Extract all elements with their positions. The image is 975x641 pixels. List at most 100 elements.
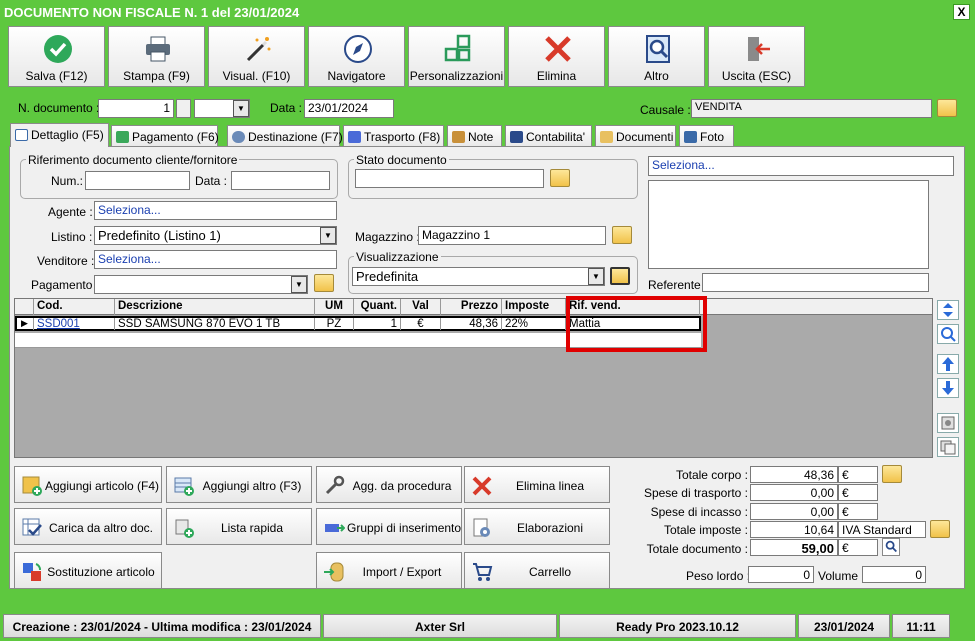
referente-input[interactable] <box>702 273 929 292</box>
move-up-icon[interactable] <box>937 354 959 374</box>
peso-value[interactable]: 0 <box>748 566 814 583</box>
totale-documento-value: 59,00 <box>750 539 838 556</box>
ref-date-input[interactable] <box>231 171 330 190</box>
settings-icon[interactable] <box>937 413 959 433</box>
tab-contabilita[interactable]: Contabilita' <box>505 125 592 147</box>
customize-button[interactable]: Personalizzazioni <box>408 26 505 87</box>
venditore-label: Venditore : <box>37 254 95 268</box>
print-button[interactable]: Stampa (F9) <box>108 26 205 87</box>
pagamento-select[interactable] <box>94 275 308 294</box>
quick-list-button[interactable]: Lista rapida <box>166 508 312 545</box>
state-group-title: Stato documento <box>354 153 449 167</box>
tab-note[interactable]: Note <box>447 125 502 147</box>
totale-corpo-value: 48,36 <box>750 466 838 483</box>
totale-imposte-folder-icon[interactable] <box>930 520 950 538</box>
grid-header-val[interactable]: Val <box>401 299 441 315</box>
window-title: DOCUMENTO NON FISCALE N. 1 del 23/01/202… <box>0 0 975 24</box>
delete-line-button[interactable]: Elimina linea <box>464 466 610 503</box>
volume-value[interactable]: 0 <box>862 566 926 583</box>
view-folder-icon[interactable] <box>610 267 630 285</box>
referente-label: Referente <box>648 278 701 292</box>
move-both-icon[interactable] <box>937 300 959 320</box>
zoom-total-icon[interactable] <box>882 538 900 556</box>
import-export-button[interactable]: Import / Export <box>316 552 462 589</box>
tab-destinazione[interactable]: Destinazione (F7) <box>227 125 343 147</box>
row-quant[interactable]: 1 <box>354 318 401 330</box>
doc-number-input[interactable]: 1 <box>98 99 174 118</box>
add-article-button[interactable]: Aggiungi articolo (F4) <box>14 466 162 503</box>
search-doc-icon <box>646 35 670 63</box>
reference-group-title: Riferimento documento cliente/fornitore <box>26 153 240 167</box>
client-address-box <box>648 180 929 269</box>
load-doc-icon <box>22 518 42 536</box>
grid-header-quant[interactable]: Quant. <box>354 299 401 315</box>
ledger-icon <box>510 131 523 143</box>
grid-header-descrizione[interactable]: Descrizione <box>115 299 315 315</box>
client-select[interactable]: Seleziona... <box>648 156 954 176</box>
date-input[interactable]: 23/01/2024 <box>304 99 394 118</box>
load-doc-button[interactable]: Carica da altro doc. <box>14 508 162 545</box>
grid-header-prezzo[interactable]: Prezzo <box>441 299 502 315</box>
magazzino-input[interactable]: Magazzino 1 <box>418 226 606 245</box>
copy-icon[interactable] <box>937 437 959 457</box>
tab-dettaglio[interactable]: Dettaglio (F5) <box>10 123 109 147</box>
wrench-icon <box>325 475 345 495</box>
zoom-icon[interactable] <box>937 324 959 344</box>
causale-input[interactable]: VENDITA <box>691 99 932 118</box>
add-other-label: Aggiungi altro (F3) <box>202 479 302 493</box>
navigator-button[interactable]: Navigatore <box>308 26 405 87</box>
add-procedure-button[interactable]: Agg. da procedura <box>316 466 462 503</box>
spese-incasso-label: Spese di incasso : <box>650 505 748 519</box>
row-descrizione[interactable]: SSD SAMSUNG 870 EVO 1 TB <box>115 318 315 330</box>
row-cod[interactable]: SSD001 <box>34 318 115 330</box>
view-dropdown-icon[interactable]: ▼ <box>588 268 604 285</box>
doc-number-suffix[interactable] <box>176 99 191 118</box>
spese-trasporto-value[interactable]: 0,00 <box>750 484 838 501</box>
row-imposte[interactable]: 22% <box>502 318 566 330</box>
view-select[interactable]: Predefinita <box>352 267 605 286</box>
tab-foto[interactable]: Foto <box>679 125 734 147</box>
close-button[interactable]: X <box>953 4 970 20</box>
row-um[interactable]: PZ <box>315 318 354 330</box>
money-icon <box>116 131 129 143</box>
doc-series-dropdown-icon[interactable]: ▼ <box>233 100 249 117</box>
grid-header-um[interactable]: UM <box>315 299 354 315</box>
tab-note-label: Note <box>468 130 494 144</box>
processing-button[interactable]: Elaborazioni <box>464 508 610 545</box>
ref-num-label: Num.: <box>51 174 84 188</box>
tab-trasporto[interactable]: Trasporto (F8) <box>343 125 444 147</box>
pagamento-folder-icon[interactable] <box>314 274 334 292</box>
magazzino-folder-icon[interactable] <box>612 226 632 244</box>
add-other-button[interactable]: Aggiungi altro (F3) <box>166 466 312 503</box>
move-down-icon[interactable] <box>937 378 959 398</box>
save-button[interactable]: Salva (F12) <box>8 26 105 87</box>
tab-trasporto-label: Trasporto (F8) <box>364 130 441 144</box>
grid-header-imposte[interactable]: Imposte <box>502 299 566 315</box>
causale-folder-icon[interactable] <box>937 99 957 117</box>
state-folder-icon[interactable] <box>550 169 570 187</box>
other-button[interactable]: Altro <box>608 26 705 87</box>
exit-button[interactable]: Uscita (ESC) <box>708 26 805 87</box>
preview-button[interactable]: Visual. (F10) <box>208 26 305 87</box>
grid-header-cod[interactable]: Cod. <box>34 299 115 315</box>
totale-corpo-folder-icon[interactable] <box>882 465 902 483</box>
agente-select[interactable]: Seleziona... <box>94 201 337 220</box>
tab-pagamento[interactable]: Pagamento (F6) <box>111 125 219 147</box>
delete-button[interactable]: Elimina <box>508 26 605 87</box>
insert-groups-button[interactable]: Gruppi di inserimento <box>316 508 462 545</box>
listino-dropdown-icon[interactable]: ▼ <box>320 227 336 244</box>
spese-incasso-value[interactable]: 0,00 <box>750 503 838 520</box>
delete-button-label: Elimina <box>536 69 577 83</box>
pagamento-dropdown-icon[interactable]: ▼ <box>291 276 307 293</box>
cart-label: Carrello <box>528 565 571 579</box>
tab-documenti[interactable]: Documenti <box>595 125 676 147</box>
state-input[interactable] <box>355 169 544 188</box>
row-val[interactable]: € <box>401 318 441 330</box>
row-prezzo[interactable]: 48,36 <box>441 318 502 330</box>
venditore-select[interactable]: Seleziona... <box>94 250 337 269</box>
status-company: Axter Srl <box>323 614 557 638</box>
replace-article-button[interactable]: Sostituzione articolo <box>14 552 162 589</box>
ref-num-input[interactable] <box>85 171 190 190</box>
listino-select[interactable]: Predefinito (Listino 1) <box>94 226 337 245</box>
cart-button[interactable]: Carrello <box>464 552 610 589</box>
